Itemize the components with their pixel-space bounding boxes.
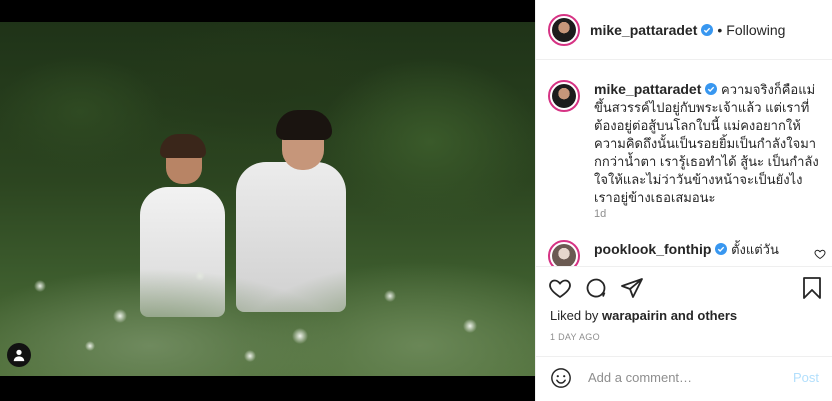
verified-icon [701, 23, 714, 36]
verified-icon [705, 83, 718, 95]
caption-text-block: mike_pattaradet ความจริงก็คือแม่ขึ้นสวรร… [594, 80, 824, 207]
like-heart-icon[interactable] [548, 276, 572, 300]
caption-username[interactable]: mike_pattaradet [594, 81, 701, 97]
caption-time[interactable]: 1d [594, 208, 606, 220]
comments-section[interactable]: mike_pattaradet ความจริงก็คือแม่ขึ้นสวรร… [536, 60, 832, 267]
comment-like-heart-icon[interactable] [814, 248, 826, 260]
comment-avatar[interactable] [548, 240, 580, 266]
post-comment-button[interactable]: Post [793, 370, 819, 385]
save-bookmark-icon[interactable] [800, 276, 824, 300]
header-username[interactable]: mike_pattaradet [590, 22, 697, 38]
likes-suffix[interactable]: and others [667, 308, 737, 323]
post-header: mike_pattaradet • Following [536, 0, 832, 60]
post-side-panel: mike_pattaradet • Following mike_pattara… [535, 0, 832, 401]
comment-username[interactable]: pooklook_fonthip [594, 241, 711, 257]
post-actions [548, 276, 823, 302]
comment-bubble-icon[interactable] [584, 276, 608, 300]
man-hair [276, 110, 332, 140]
photo-image [0, 22, 535, 376]
comment-text: ตั้งแต่วัน [731, 242, 779, 257]
emoji-icon[interactable] [550, 367, 572, 389]
caption-text: ความจริงก็คือแม่ขึ้นสวรรค์ไปอยู่กับพระเจ… [594, 82, 819, 205]
separator-dot: • [717, 21, 723, 38]
comment-text-block: pooklook_fonthip ตั้งแต่วัน [594, 240, 824, 259]
user-tag-icon[interactable] [7, 343, 31, 367]
add-comment-input[interactable] [586, 369, 780, 386]
woman-hair [160, 134, 206, 158]
post-time-ago[interactable]: 1 DAY AGO [550, 332, 600, 342]
likes-prefix: Liked by [550, 308, 603, 323]
likes-user[interactable]: warapairin [602, 308, 667, 323]
flower-bushes [0, 226, 535, 376]
add-comment-bar: Post [536, 356, 832, 401]
following-button[interactable]: Following [726, 22, 785, 38]
share-paper-plane-icon[interactable] [620, 276, 644, 300]
post-photo[interactable] [0, 0, 535, 401]
verified-icon [715, 243, 728, 255]
likes-line: Liked by warapairin and others [550, 308, 737, 323]
header-avatar[interactable] [548, 13, 580, 46]
caption-avatar[interactable] [548, 80, 580, 112]
